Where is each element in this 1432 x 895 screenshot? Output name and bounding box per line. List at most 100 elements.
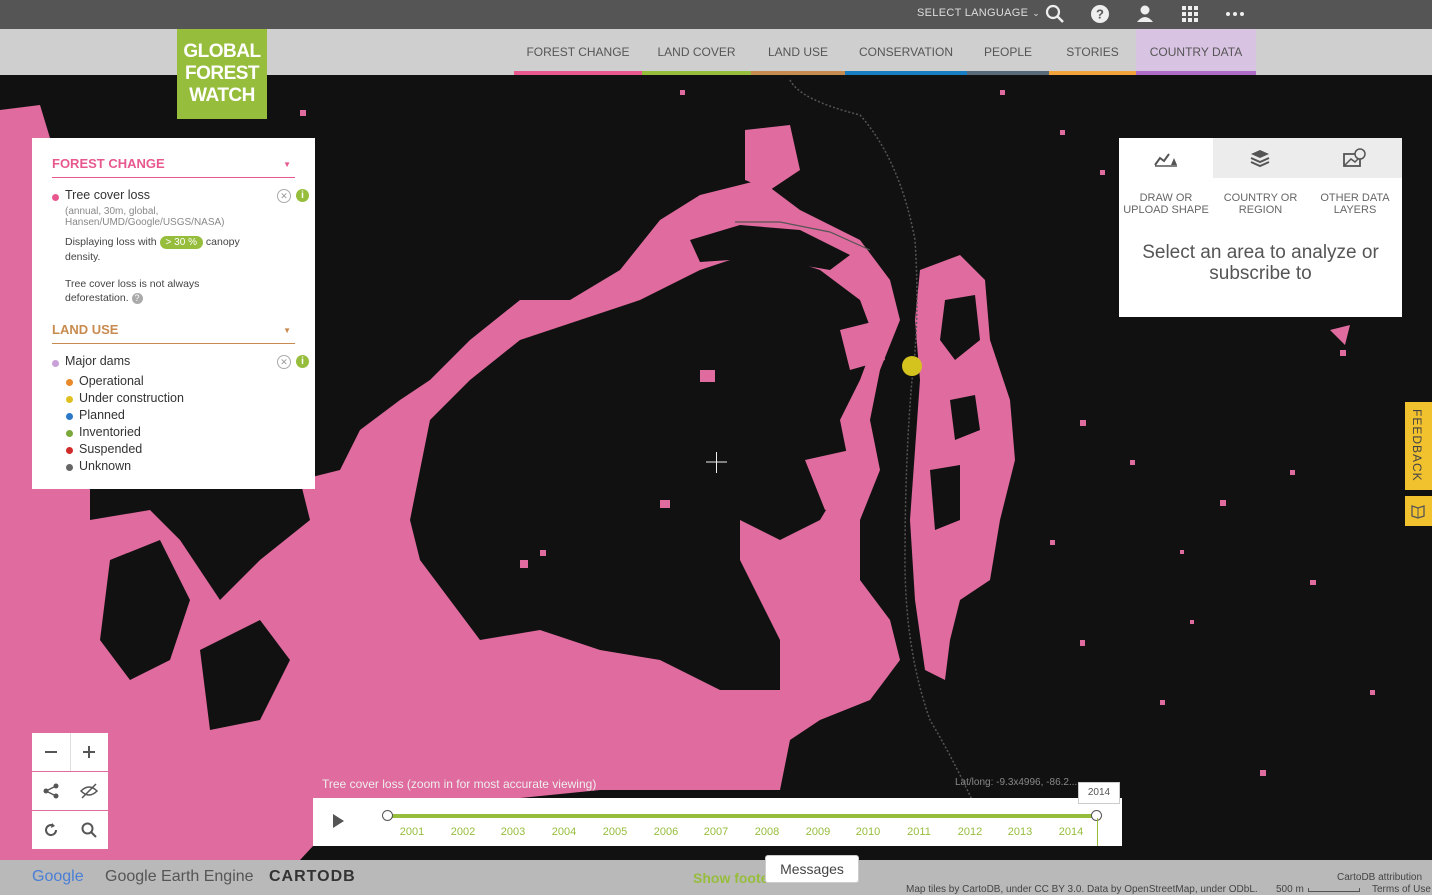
guide-book-button[interactable] — [1405, 496, 1432, 526]
forest-change-section-header[interactable]: FOREST CHANGE ▼ — [52, 156, 295, 178]
share-icon — [43, 783, 59, 799]
plus-icon — [83, 746, 95, 758]
section-title: LAND USE — [52, 322, 119, 337]
reset-button[interactable] — [32, 811, 70, 849]
cartodb-attribution-link[interactable]: CartoDB attribution — [1337, 872, 1422, 883]
scale-bar — [1308, 888, 1360, 892]
nav-label: STORIES — [1066, 45, 1119, 59]
timeline-year-tooltip: 2014 — [1078, 782, 1120, 804]
tab-label-country: COUNTRY OR REGION — [1223, 192, 1298, 216]
gfw-logo[interactable]: GLOBAL FOREST WATCH — [177, 29, 267, 119]
timeline-track[interactable] — [386, 814, 1098, 818]
remove-layer-icon[interactable]: ✕ — [277, 355, 291, 369]
remove-layer-icon[interactable]: ✕ — [277, 189, 291, 203]
zoom-controls — [32, 733, 108, 771]
dam-category-operational: Operational — [66, 374, 295, 391]
feedback-tab[interactable]: FEEDBACK — [1405, 402, 1432, 490]
canopy-suffix: canopy — [205, 236, 240, 248]
displaying-prefix: Displaying loss with — [65, 236, 157, 248]
category-color-dot — [66, 413, 73, 420]
search-map-button[interactable] — [70, 811, 108, 849]
latlong-readout: Lat/long: -9.3x4996, -86.2... — [955, 777, 1078, 788]
timeline-year[interactable]: 2007 — [696, 826, 736, 838]
show-footer-link[interactable]: Show footer — [693, 870, 774, 886]
nav-country-data[interactable]: COUNTRY DATA — [1136, 29, 1256, 75]
nav-label: LAND USE — [767, 45, 829, 59]
nav-label: PEOPLE — [983, 45, 1033, 59]
dam-categories-list: Operational Under construction Planned I… — [52, 374, 295, 476]
category-color-dot — [66, 379, 73, 386]
category-color-dot — [66, 447, 73, 454]
tab-country-region[interactable] — [1213, 138, 1308, 178]
tree-cover-loss-layer-row: Tree cover loss ✕ i — [52, 188, 309, 206]
hide-eye-icon — [79, 783, 99, 799]
nav-land-cover[interactable]: LAND COVER — [642, 29, 751, 75]
category-color-dot — [66, 396, 73, 403]
timeline-year[interactable]: 2011 — [899, 826, 939, 838]
timeline-year[interactable]: 2004 — [544, 826, 584, 838]
layer-description: (annual, 30m, global, Hansen/UMD/Google/… — [65, 206, 225, 228]
info-icon[interactable]: i — [296, 189, 309, 202]
collapse-arrow-icon[interactable]: ▼ — [283, 160, 291, 169]
timeline-year[interactable]: 2002 — [443, 826, 483, 838]
select-language-label: SELECT LANGUAGE — [917, 7, 1029, 19]
timeline-year[interactable]: 2003 — [493, 826, 533, 838]
nav-people[interactable]: PEOPLE — [967, 29, 1049, 75]
select-language-dropdown[interactable]: SELECT LANGUAGE ⌄ — [917, 7, 1040, 19]
layers-icon — [1250, 150, 1270, 168]
density-text: density. — [65, 251, 101, 263]
tab-draw-shape[interactable] — [1119, 138, 1213, 178]
hide-panels-button[interactable] — [70, 772, 108, 810]
major-dams-layer-row: Major dams ✕ i — [52, 354, 309, 374]
timeline-year[interactable]: 2013 — [1000, 826, 1040, 838]
apps-grid-icon[interactable] — [1179, 3, 1201, 25]
category-color-dot — [66, 464, 73, 471]
analysis-prompt: Select an area to analyze or subscribe t… — [1142, 242, 1379, 284]
zoom-in-button[interactable] — [70, 733, 108, 771]
category-label: Unknown — [79, 459, 132, 473]
share-button[interactable] — [32, 772, 70, 810]
tab-label-draw: DRAW OR UPLOAD SHAPE — [1123, 192, 1209, 216]
terms-of-use-link[interactable]: Terms of Use — [1372, 884, 1431, 895]
zoom-out-button[interactable] — [32, 733, 71, 771]
search-icon[interactable] — [1044, 3, 1066, 25]
category-label: Inventoried — [79, 425, 141, 439]
refresh-icon — [45, 823, 58, 837]
layer-color-dot — [52, 360, 59, 367]
timeline-year[interactable]: 2012 — [950, 826, 990, 838]
timeline-year[interactable]: 2009 — [798, 826, 838, 838]
timeline-year[interactable]: 2001 — [392, 826, 432, 838]
canopy-density-badge[interactable]: > 30 % — [159, 236, 203, 249]
timeline-start-handle[interactable] — [382, 810, 393, 821]
tab-other-layers[interactable] — [1308, 138, 1402, 178]
messages-button[interactable]: Messages — [765, 855, 859, 883]
timeline-year[interactable]: 2006 — [646, 826, 686, 838]
user-icon[interactable] — [1134, 3, 1156, 25]
collapse-arrow-icon[interactable]: ▼ — [283, 326, 291, 335]
nav-land-use[interactable]: LAND USE — [751, 29, 845, 75]
play-icon[interactable] — [333, 814, 344, 828]
timeline-layer-label: Tree cover loss (zoom in for most accura… — [322, 777, 597, 791]
layer-color-dot — [52, 194, 59, 201]
help-icon[interactable]: ? — [131, 293, 143, 304]
logo-line-2: FOREST — [184, 63, 260, 84]
timeline-year[interactable]: 2005 — [595, 826, 635, 838]
land-use-section-header[interactable]: LAND USE ▼ — [52, 322, 295, 344]
legend-panel: FOREST CHANGE ▼ Tree cover loss ✕ i (ann… — [32, 138, 315, 489]
draw-shape-icon — [1154, 153, 1177, 167]
info-icon[interactable]: i — [296, 355, 309, 368]
nav-stories[interactable]: STORIES — [1049, 29, 1136, 75]
nav-conservation[interactable]: CONSERVATION — [845, 29, 967, 75]
help-icon[interactable]: ? — [1089, 3, 1111, 25]
timeline-year[interactable]: 2014 — [1051, 826, 1091, 838]
nav-label: FOREST CHANGE — [526, 45, 630, 59]
layer-name: Major dams — [65, 354, 131, 368]
timeline-year[interactable]: 2010 — [848, 826, 888, 838]
dam-category-unknown: Unknown — [66, 459, 295, 476]
misc-controls — [32, 811, 108, 849]
nav-forest-change[interactable]: FOREST CHANGE — [514, 29, 642, 75]
more-icon[interactable] — [1224, 3, 1246, 25]
canopy-density-row: Displaying loss with > 30 % canopy densi… — [52, 235, 295, 265]
nav-label: LAND COVER — [657, 45, 736, 59]
timeline-year[interactable]: 2008 — [747, 826, 787, 838]
